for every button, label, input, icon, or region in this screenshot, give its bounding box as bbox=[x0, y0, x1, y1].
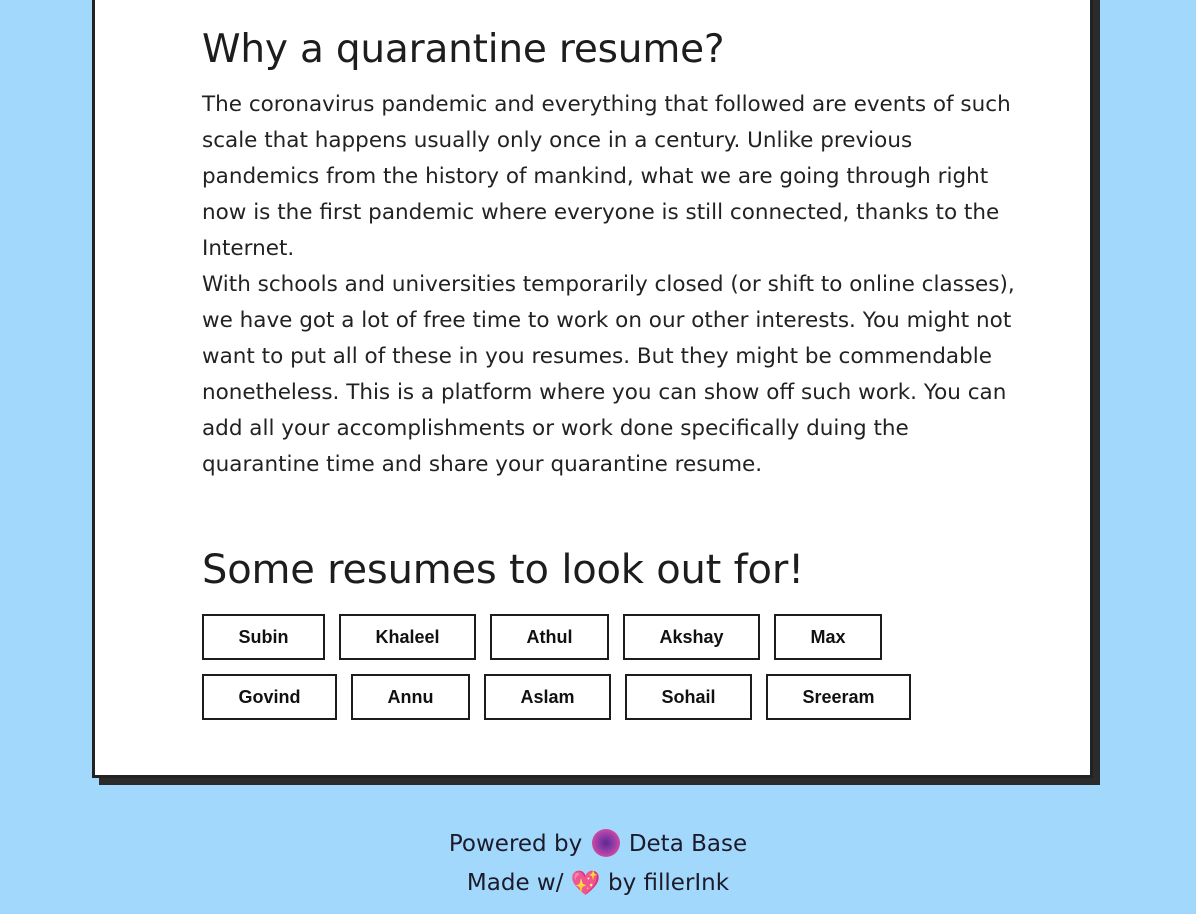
powered-by-line: Powered by Deta Base bbox=[0, 829, 1196, 857]
resume-button-sohail[interactable]: Sohail bbox=[625, 674, 752, 720]
deta-base-link[interactable]: Deta Base bbox=[629, 831, 747, 857]
resume-button-aslam[interactable]: Aslam bbox=[484, 674, 611, 720]
resume-buttons-row-2: Govind Annu Aslam Sohail Sreeram bbox=[202, 674, 911, 720]
resume-button-max[interactable]: Max bbox=[774, 614, 882, 660]
resume-button-govind[interactable]: Govind bbox=[202, 674, 337, 720]
resume-button-sreeram[interactable]: Sreeram bbox=[766, 674, 911, 720]
intro-paragraph-2: With schools and universities temporaril… bbox=[202, 272, 1015, 477]
resume-button-khaleel[interactable]: Khaleel bbox=[339, 614, 476, 660]
resume-button-subin[interactable]: Subin bbox=[202, 614, 325, 660]
resume-button-akshay[interactable]: Akshay bbox=[623, 614, 760, 660]
resume-button-athul[interactable]: Athul bbox=[490, 614, 609, 660]
made-with-label: Made w/ bbox=[466, 870, 564, 896]
powered-by-label: Powered by bbox=[448, 831, 583, 857]
sparkling-heart-icon: 💖 bbox=[570, 869, 601, 897]
resume-buttons-row-1: Subin Khaleel Athul Akshay Max bbox=[202, 614, 882, 660]
content-card: Why a quarantine resume? The coronavirus… bbox=[92, 0, 1093, 778]
resume-button-annu[interactable]: Annu bbox=[351, 674, 470, 720]
why-quarantine-resume-heading: Why a quarantine resume? bbox=[202, 27, 725, 72]
made-by-author[interactable]: by fillerInk bbox=[608, 870, 729, 896]
intro-paragraph-1: The coronavirus pandemic and everything … bbox=[202, 92, 1011, 261]
deta-logo-icon bbox=[591, 829, 620, 857]
resumes-heading: Some resumes to look out for! bbox=[202, 547, 804, 593]
made-with-line: Made w/ 💖 by fillerInk bbox=[0, 869, 1196, 897]
